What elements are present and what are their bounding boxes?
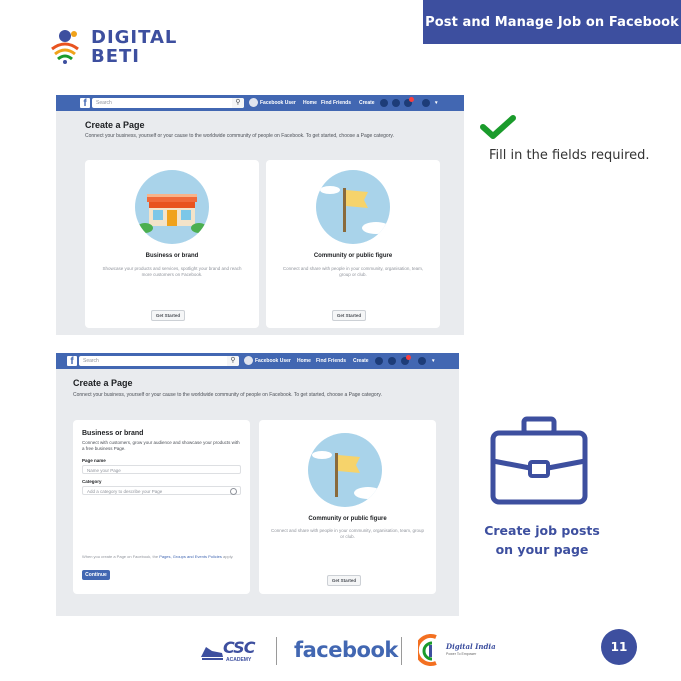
form-title: Business or brand	[82, 430, 144, 437]
create-job-posts-text: Create job posts on your page	[477, 521, 607, 559]
profile-link[interactable]: Facebook User	[249, 98, 296, 107]
business-card-desc: Showcase your products and services, spo…	[102, 266, 242, 277]
title-banner: Post and Manage Job on Facebook	[423, 0, 681, 44]
business-card-title: Business or brand	[145, 253, 199, 259]
jobs-line-2: on your page	[495, 542, 589, 557]
avatar	[244, 356, 253, 365]
fill-fields-instruction: Fill in the fields required.	[489, 148, 650, 163]
continue-button[interactable]: Continue	[82, 570, 110, 580]
category-field[interactable]: Add a category to describe your Page	[82, 486, 241, 495]
friend-requests-icon[interactable]	[375, 357, 383, 365]
business-form-screenshot: f Search ⚲ Facebook User Home Find Frien…	[56, 353, 459, 616]
jobs-line-1: Create job posts	[484, 523, 600, 538]
digital-india-text: Digital India	[446, 642, 496, 651]
brand-line-2: BETI	[91, 46, 140, 67]
brand-line-1: DIGITAL	[91, 27, 178, 48]
search-icon[interactable]: ⚲	[232, 98, 244, 108]
create-page-subtitle: Connect your business, yourself or your …	[73, 392, 382, 398]
create-page-title: Create a Page	[85, 120, 145, 130]
page-number-badge: 11	[601, 629, 637, 665]
help-icon[interactable]	[422, 99, 430, 107]
notification-badge	[406, 355, 411, 360]
flag-illustration	[316, 170, 390, 244]
search-input[interactable]: Search	[79, 356, 239, 366]
user-name: Facebook User	[255, 357, 291, 364]
check-mark-icon	[480, 115, 516, 139]
business-card[interactable]: Business or brand Showcase your products…	[85, 160, 259, 328]
search-input[interactable]: Search	[92, 98, 244, 108]
community-card[interactable]: Community or public figure Connect and s…	[266, 160, 440, 328]
csc-academy-logo: CSC ACADEMY	[200, 636, 262, 666]
terms-prefix: When you create a Page on Facebook, the	[82, 554, 159, 559]
community-get-started-button[interactable]: Get Started	[332, 310, 366, 321]
avatar	[249, 98, 258, 107]
facebook-top-bar: f Search ⚲ Facebook User Home Find Frien…	[56, 95, 464, 111]
business-get-started-button[interactable]: Get Started	[151, 310, 185, 321]
terms-suffix: apply.	[223, 554, 234, 559]
footer-divider-2	[401, 637, 402, 665]
digital-beti-logo: DIGITAL BETI	[49, 27, 176, 72]
flag-illustration	[308, 433, 382, 507]
csc-shoe-icon	[201, 647, 223, 660]
nav-create[interactable]: Create	[359, 100, 375, 106]
briefcase-icon	[490, 416, 588, 505]
store-illustration	[135, 170, 209, 244]
digital-india-emblem-icon	[418, 634, 437, 666]
facebook-logo-icon[interactable]: f	[80, 98, 90, 109]
nav-find-friends[interactable]: Find Friends	[316, 358, 346, 364]
notification-badge	[409, 97, 414, 102]
page-name-field[interactable]: Name your Page	[82, 465, 241, 474]
community-card-title: Community or public figure	[308, 516, 387, 522]
page-title: Post and Manage Job on Facebook	[425, 14, 679, 30]
facebook-top-bar: f Search ⚲ Facebook User Home Find Frien…	[56, 353, 459, 369]
category-help-icon[interactable]	[230, 488, 237, 495]
category-label: Category	[82, 479, 102, 484]
nav-home[interactable]: Home	[297, 358, 311, 364]
create-page-subtitle: Connect your business, yourself or your …	[85, 133, 394, 139]
messenger-icon[interactable]	[392, 99, 400, 107]
nav-home[interactable]: Home	[303, 100, 317, 106]
search-icon[interactable]: ⚲	[227, 356, 239, 366]
facebook-wordmark: facebook	[294, 638, 398, 662]
account-menu-chevron-down-icon[interactable]: ▾	[435, 100, 438, 106]
create-page-title: Create a Page	[73, 378, 133, 388]
terms-text: When you create a Page on Facebook, the …	[82, 554, 242, 559]
digital-india-tagline: Power To Empower	[446, 652, 477, 656]
account-menu-chevron-down-icon[interactable]: ▾	[432, 358, 435, 364]
facebook-logo-icon[interactable]: f	[67, 356, 77, 367]
footer-divider-1	[276, 637, 277, 665]
create-page-screenshot: f Search ⚲ Facebook User Home Find Frien…	[56, 95, 464, 335]
nav-create[interactable]: Create	[353, 358, 369, 364]
digital-beti-emblem-icon	[51, 30, 79, 64]
page-name-label: Page name	[82, 458, 106, 463]
business-form-card: Business or brand Connect with customers…	[73, 420, 250, 594]
digital-india-logo: Digital India Power To Empower	[418, 633, 496, 667]
community-card[interactable]: Community or public figure Connect and s…	[259, 420, 436, 594]
community-card-desc: Connect and share with people in your co…	[271, 528, 425, 539]
academy-text: ACADEMY	[226, 657, 252, 663]
policies-link[interactable]: Pages, Groups and Events Policies	[159, 554, 222, 559]
help-icon[interactable]	[418, 357, 426, 365]
friend-requests-icon[interactable]	[380, 99, 388, 107]
form-desc: Connect with customers, grow your audien…	[82, 440, 240, 451]
profile-link[interactable]: Facebook User	[244, 356, 291, 365]
messenger-icon[interactable]	[388, 357, 396, 365]
community-card-desc: Connect and share with people in your co…	[282, 266, 424, 277]
nav-find-friends[interactable]: Find Friends	[321, 100, 351, 106]
brand-name: DIGITAL BETI	[91, 28, 177, 66]
community-get-started-button[interactable]: Get Started	[327, 575, 361, 586]
community-card-title: Community or public figure	[313, 253, 393, 259]
csc-text: CSC	[223, 638, 255, 657]
user-name: Facebook User	[260, 99, 296, 106]
